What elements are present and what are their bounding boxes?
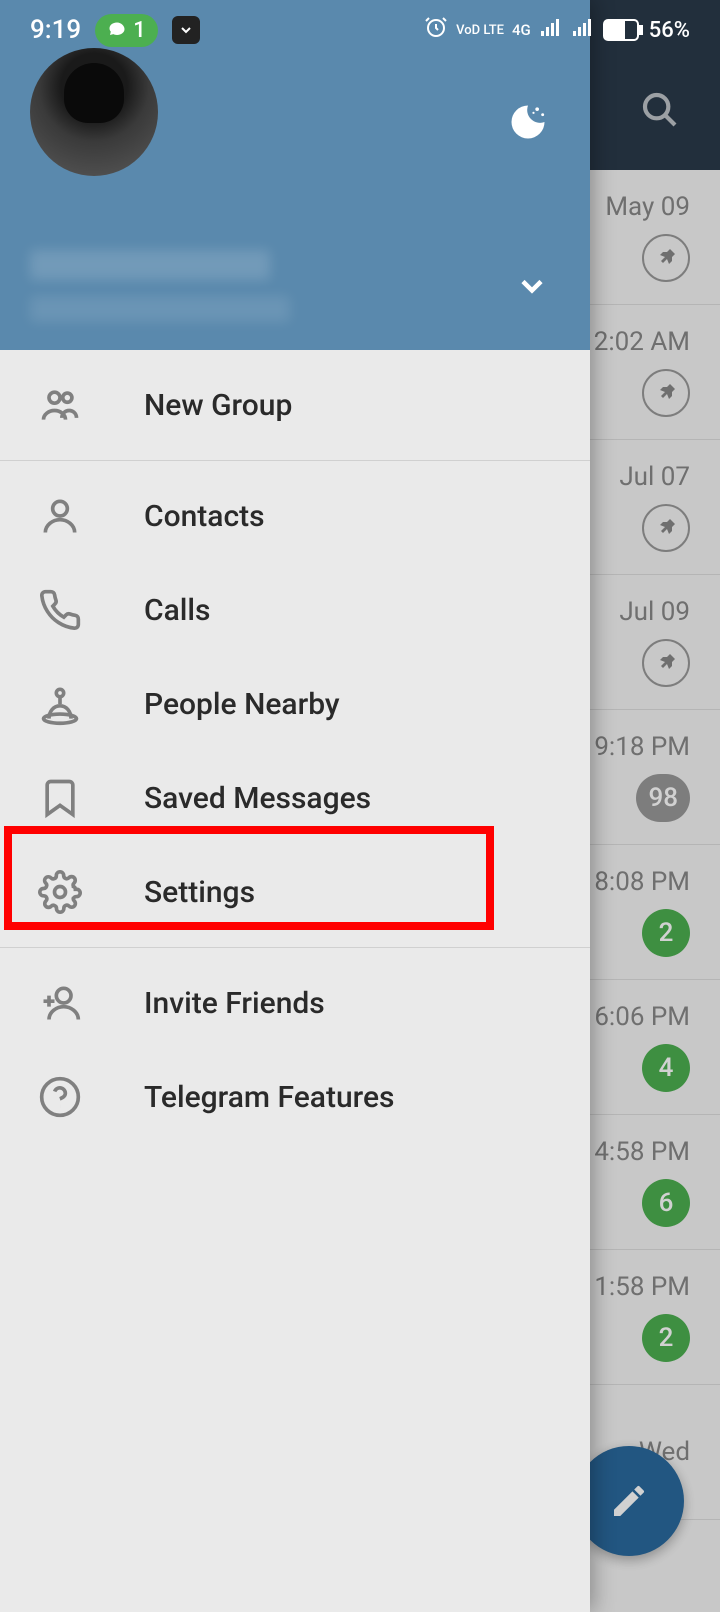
divider (0, 947, 590, 948)
drawer-item-label: Settings (144, 875, 255, 910)
navigation-drawer: New Group Contacts Calls People Nearby (0, 0, 590, 1612)
invite-friends-item[interactable]: Invite Friends (0, 956, 590, 1050)
notification-icon (172, 16, 200, 44)
drawer-item-label: People Nearby (144, 687, 340, 722)
calls-item[interactable]: Calls (0, 563, 590, 657)
drawer-item-label: Saved Messages (144, 781, 371, 816)
contacts-item[interactable]: Contacts (0, 469, 590, 563)
profile-phone-blurred (30, 296, 290, 322)
drawer-item-label: Invite Friends (144, 986, 325, 1021)
signal-icon (539, 15, 563, 45)
chevron-down-icon[interactable] (514, 268, 550, 308)
gear-icon (38, 870, 82, 914)
profile-name-blurred (30, 250, 270, 280)
avatar[interactable] (30, 48, 158, 176)
drawer-item-label: Calls (144, 593, 211, 628)
drawer-menu: New Group Contacts Calls People Nearby (0, 350, 590, 1144)
alarm-icon (424, 15, 448, 45)
settings-item[interactable]: Settings (0, 845, 590, 939)
drawer-item-label: Telegram Features (144, 1080, 394, 1115)
signal-icon (571, 15, 595, 45)
network-label-1: VoD LTE (456, 24, 504, 37)
divider (0, 460, 590, 461)
telegram-features-item[interactable]: Telegram Features (0, 1050, 590, 1144)
night-mode-icon[interactable] (506, 100, 550, 148)
battery-indicator: 56% (603, 18, 690, 43)
saved-messages-item[interactable]: Saved Messages (0, 751, 590, 845)
phone-icon (38, 588, 82, 632)
network-label-2: 4G (512, 23, 531, 38)
people-nearby-item[interactable]: People Nearby (0, 657, 590, 751)
drawer-item-label: Contacts (144, 499, 265, 534)
new-group-item[interactable]: New Group (0, 358, 590, 452)
nearby-icon (38, 682, 82, 726)
bookmark-icon (38, 776, 82, 820)
contact-icon (38, 494, 82, 538)
status-time: 9:19 (30, 15, 81, 45)
drawer-item-label: New Group (144, 388, 292, 423)
help-icon (38, 1075, 82, 1119)
add-user-icon (38, 981, 82, 1025)
ongoing-call-badge: 1 (95, 14, 158, 47)
status-bar: 9:19 1 VoD LTE 4G 56% (0, 0, 720, 60)
group-icon (38, 383, 82, 427)
